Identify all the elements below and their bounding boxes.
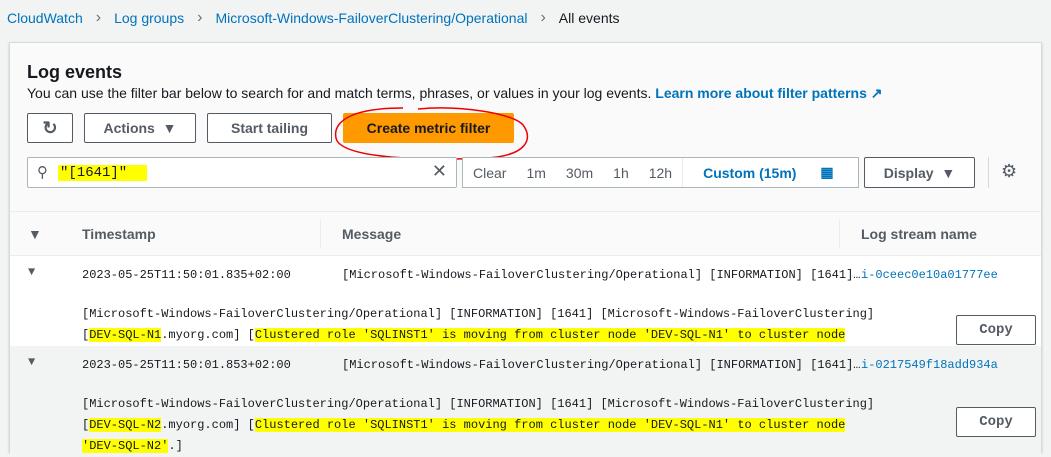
caret-down-icon: ▼	[162, 120, 177, 136]
row-log-stream-link[interactable]: i-0ceec0e10a01777ee	[861, 268, 998, 282]
calendar-icon: ▦	[820, 164, 834, 180]
breadcrumb-log-group[interactable]: Microsoft-Windows-FailoverClustering/Ope…	[215, 10, 527, 26]
row-log-stream-link[interactable]: i-0217549f18add934a	[861, 358, 998, 372]
divider	[988, 157, 989, 188]
panel-description: You can use the filter bar below to sear…	[27, 85, 882, 102]
row-full-message: [Microsoft-Windows-FailoverClustering/Op…	[82, 397, 875, 453]
table-header: ▼ Timestamp Message Log stream name	[10, 211, 1041, 256]
copy-button[interactable]: Copy	[956, 407, 1036, 437]
refresh-button[interactable]: ↻	[27, 113, 73, 143]
row-timestamp: 2023-05-25T11:50:01.853+02:00	[82, 358, 291, 372]
collapse-row-icon[interactable]: ▼	[28, 355, 35, 369]
search-icon: ⚲	[37, 163, 48, 181]
panel-title: Log events	[27, 62, 123, 82]
collapse-row-icon[interactable]: ▼	[28, 265, 35, 279]
chevron-right-icon: ›	[540, 9, 546, 26]
actions-button[interactable]: Actions ▼	[84, 113, 196, 143]
settings-gear-icon[interactable]: ⚙	[1001, 161, 1017, 182]
breadcrumb-cloudwatch[interactable]: CloudWatch	[7, 10, 83, 26]
clear-search-icon[interactable]: ✕	[432, 161, 447, 182]
range-1m[interactable]: 1m	[516, 165, 555, 181]
header-timestamp[interactable]: Timestamp	[82, 226, 156, 242]
filter-search-input[interactable]: ⚲ "[1641]" ✕	[27, 157, 457, 188]
row-message: [Microsoft-Windows-FailoverClustering/Op…	[342, 268, 861, 282]
display-button[interactable]: Display ▼	[864, 157, 975, 188]
log-events-panel: Log events You can use the filter bar be…	[9, 42, 1042, 456]
refresh-icon: ↻	[42, 117, 58, 138]
annotation-circle	[334, 107, 529, 160]
actions-label: Actions	[103, 120, 155, 136]
learn-more-link[interactable]: Learn more about filter patterns ↗	[655, 85, 882, 101]
caret-down-icon: ▼	[941, 164, 956, 181]
custom-label: Custom (15m)	[703, 164, 797, 181]
header-message[interactable]: Message	[342, 226, 401, 242]
learn-more-label: Learn more about filter patterns	[655, 85, 867, 101]
chevron-right-icon: ›	[95, 9, 102, 26]
header-log-stream[interactable]: Log stream name	[861, 226, 977, 242]
expand-all-icon[interactable]: ▼	[28, 226, 42, 242]
clear-range-button[interactable]: Clear	[463, 165, 516, 181]
time-range-selector: Clear 1m 30m 1h 12h Custom (15m) ▦	[462, 157, 859, 188]
table-row[interactable]: ▼ 2023-05-25T11:50:01.853+02:00 [Microso…	[10, 346, 1041, 456]
breadcrumb-current: All events	[558, 10, 620, 26]
copy-label: Copy	[979, 322, 1013, 338]
chevron-right-icon: ›	[197, 9, 203, 26]
table-row[interactable]: ▼ 2023-05-25T11:50:01.835+02:00 [Microso…	[10, 256, 1041, 363]
external-link-icon: ↗	[870, 85, 883, 101]
start-tailing-label: Start tailing	[230, 120, 308, 136]
copy-button[interactable]: Copy	[956, 315, 1036, 345]
copy-label: Copy	[979, 414, 1013, 430]
range-30m[interactable]: 30m	[556, 165, 603, 181]
breadcrumb: CloudWatch › Log groups › Microsoft-Window…	[7, 9, 620, 27]
row-timestamp: 2023-05-25T11:50:01.835+02:00	[82, 268, 291, 282]
range-12h[interactable]: 12h	[639, 165, 682, 181]
row-message: [Microsoft-Windows-FailoverClustering/Op…	[342, 358, 861, 372]
search-value: "[1641]"	[58, 165, 148, 181]
display-label: Display	[883, 164, 934, 181]
description-text: You can use the filter bar below to sear…	[27, 85, 652, 101]
range-custom[interactable]: Custom (15m) ▦	[682, 158, 853, 187]
start-tailing-button[interactable]: Start tailing	[207, 113, 332, 143]
range-1h[interactable]: 1h	[603, 165, 639, 181]
breadcrumb-log-groups[interactable]: Log groups	[114, 10, 184, 26]
